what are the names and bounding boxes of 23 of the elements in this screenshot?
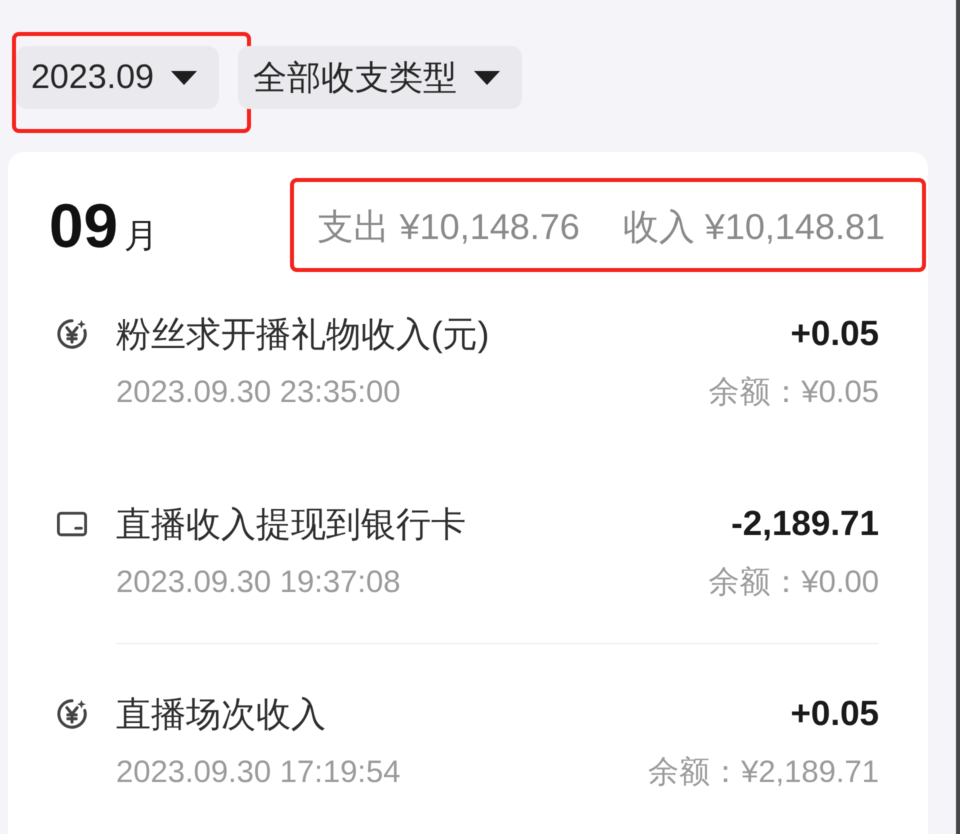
balance-label: 余额：¥2,189.71 xyxy=(648,753,879,791)
transaction-time: 2023.09.30 23:35:00 xyxy=(116,374,402,410)
month-unit-label: 月 xyxy=(124,219,158,253)
caret-icon xyxy=(474,70,500,84)
transaction-amount: +0.05 xyxy=(790,314,879,354)
card-icon xyxy=(57,511,87,537)
summary-total: 支出 ¥10,148.76 xyxy=(318,204,580,248)
transaction-time: 2023.09.30 19:37:08 xyxy=(116,564,402,600)
summary-total: 收入 ¥10,148.81 xyxy=(622,204,885,248)
filter-dropdown[interactable]: 2023.09 xyxy=(16,46,219,109)
yen-coin-icon xyxy=(57,319,87,349)
transaction-amount: +0.05 xyxy=(790,694,879,734)
transaction-title: 粉丝求开播礼物收入(元) xyxy=(116,314,490,356)
yen-coin-icon xyxy=(57,699,87,729)
caret-icon xyxy=(170,70,197,84)
filter-dropdown[interactable]: 全部收支类型 xyxy=(238,46,522,109)
balance-label: 余额：¥0.00 xyxy=(708,563,879,601)
transaction-title: 直播收入提现到银行卡 xyxy=(116,504,467,546)
month-number: 09 xyxy=(49,196,118,258)
transaction-amount: -2,189.71 xyxy=(731,504,879,544)
transaction-title: 直播场次收入 xyxy=(116,694,327,736)
transaction-time: 2023.09.30 17:19:54 xyxy=(116,754,402,790)
balance-label: 余额：¥0.05 xyxy=(708,373,879,411)
